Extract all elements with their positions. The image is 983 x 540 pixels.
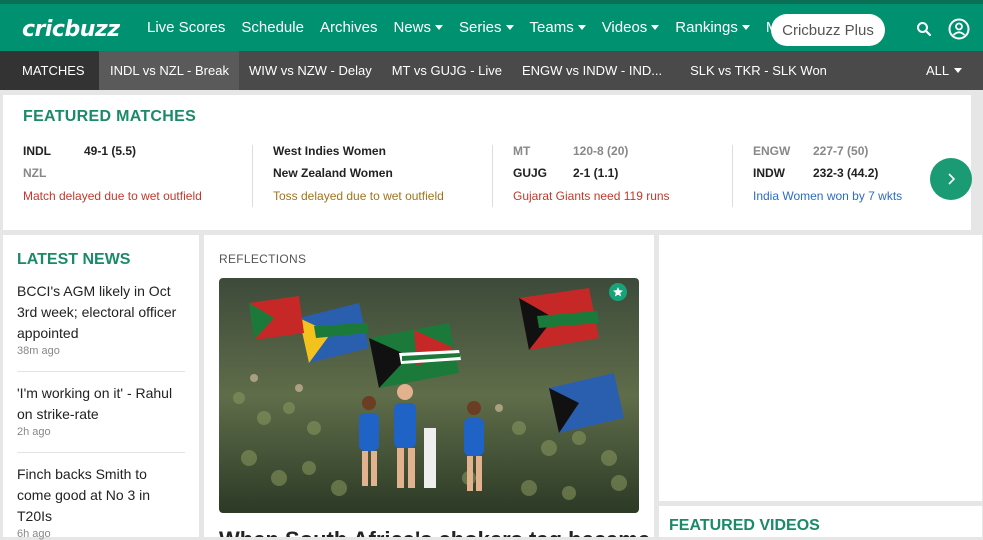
team-name: ENGW bbox=[753, 144, 791, 158]
search-icon[interactable] bbox=[912, 17, 936, 41]
chevron-right-icon bbox=[948, 173, 956, 185]
nav-item-teams[interactable]: Teams bbox=[522, 19, 594, 36]
nav-item-archives[interactable]: Archives bbox=[312, 19, 386, 36]
match-status: Gujarat Giants need 119 runs bbox=[513, 189, 670, 203]
featured-match-card[interactable]: West Indies Women New Zealand Women Toss… bbox=[273, 144, 483, 203]
news-time: 6h ago bbox=[17, 528, 51, 540]
latest-news-title: LATEST NEWS bbox=[17, 251, 131, 268]
strip-match-item[interactable]: SLK vs TKR - SLK Won bbox=[672, 51, 837, 90]
all-label: ALL bbox=[926, 63, 950, 78]
match-status: Match delayed due to wet outfield bbox=[23, 189, 202, 203]
match-status: India Women won by 7 wkts bbox=[753, 189, 903, 203]
news-item[interactable]: BCCI's AGM likely in Oct 3rd week; elect… bbox=[17, 281, 185, 357]
story-image[interactable] bbox=[219, 278, 639, 513]
nav-item-label: Rankings bbox=[675, 19, 738, 36]
featured-matches-title: FEATURED MATCHES bbox=[23, 108, 197, 125]
nav-item-label: Schedule bbox=[241, 19, 304, 36]
main-nav: Live Scores Schedule Archives News Series Tea… bbox=[139, 4, 820, 51]
nav-item-label: Series bbox=[458, 19, 502, 36]
team-score: 232-3 (44.2) bbox=[813, 166, 879, 180]
nav-item-news[interactable]: News bbox=[385, 19, 451, 36]
all-matches-dropdown[interactable]: ALL bbox=[926, 51, 963, 90]
nav-item-videos[interactable]: Videos bbox=[594, 19, 668, 36]
nav-item-series[interactable]: Series bbox=[451, 19, 522, 36]
team-name: New Zealand Women bbox=[273, 166, 393, 180]
divider bbox=[17, 371, 185, 372]
nav-item-label: News bbox=[393, 19, 431, 36]
news-item[interactable]: Finch backs Smith to come good at No 3 i… bbox=[17, 464, 185, 540]
news-headline[interactable]: BCCI's AGM likely in Oct 3rd week; elect… bbox=[17, 281, 185, 344]
news-time: 2h ago bbox=[17, 426, 51, 438]
cricbuzz-plus-button[interactable]: Cricbuzz Plus bbox=[771, 14, 885, 46]
news-headline[interactable]: Finch backs Smith to come good at No 3 i… bbox=[17, 464, 185, 527]
chevron-down-icon bbox=[741, 25, 750, 30]
team-name: MT bbox=[513, 144, 531, 158]
nav-item-rankings[interactable]: Rankings bbox=[667, 19, 758, 36]
featured-match-card[interactable]: INDL 49-1 (5.5) NZL Match delayed due to … bbox=[23, 144, 243, 203]
featured-story: REFLECTIONS bbox=[204, 235, 654, 537]
news-headline[interactable]: 'I'm working on it' - Rahul on strike-ra… bbox=[17, 383, 185, 425]
featured-videos-panel: FEATURED VIDEOS bbox=[659, 506, 982, 537]
chevron-down-icon bbox=[434, 25, 443, 30]
nav-item-label: Archives bbox=[319, 19, 378, 36]
team-score: 227-7 (50) bbox=[813, 144, 869, 158]
news-time: 38m ago bbox=[17, 345, 60, 357]
featured-match-card[interactable]: ENGW 227-7 (50) INDW 232-3 (44.2) India Wo… bbox=[753, 144, 923, 203]
next-matches-button[interactable] bbox=[930, 158, 972, 200]
divider bbox=[492, 145, 493, 207]
strip-match-item[interactable]: WIW vs NZW - Delay bbox=[239, 51, 382, 90]
team-name: INDL bbox=[23, 144, 51, 158]
chevron-down-icon bbox=[577, 25, 586, 30]
strip-match-item[interactable]: INDL vs NZL - Break bbox=[99, 51, 239, 90]
story-headline[interactable]: When South Africa's chokers tag became..… bbox=[219, 527, 654, 537]
strip-match-item[interactable]: ENGW vs INDW - IND... bbox=[512, 51, 672, 90]
strip-match-item[interactable]: MT vs GUJG - Live bbox=[382, 51, 512, 90]
divider bbox=[732, 145, 733, 207]
team-name: NZL bbox=[23, 166, 47, 180]
latest-news-panel: LATEST NEWS BCCI's AGM likely in Oct 3rd… bbox=[3, 235, 199, 540]
featured-match-card[interactable]: MT 120-8 (20) GUJG 2-1 (1.1) Gujarat Giant… bbox=[513, 144, 733, 203]
news-item[interactable]: 'I'm working on it' - Rahul on strike-ra… bbox=[17, 383, 185, 438]
nav-item-schedule[interactable]: Schedule bbox=[233, 19, 312, 36]
team-name: West Indies Women bbox=[273, 144, 386, 158]
brand-name: cricbuzz bbox=[22, 16, 120, 42]
ad-slot bbox=[659, 235, 982, 501]
matches-strip: MATCHES INDL vs NZL - Break WIW vs NZW -… bbox=[0, 51, 983, 90]
team-name: GUJG bbox=[513, 166, 548, 180]
user-account-icon[interactable] bbox=[947, 17, 971, 41]
top-navbar: cricbuzz Live Scores Schedule Archives News… bbox=[0, 0, 983, 51]
premium-star-icon bbox=[609, 283, 627, 301]
nav-item-label: Teams bbox=[529, 19, 574, 36]
team-score: 49-1 (5.5) bbox=[84, 144, 137, 158]
chevron-down-icon bbox=[505, 25, 514, 30]
story-category[interactable]: REFLECTIONS bbox=[219, 252, 306, 266]
team-score: 120-8 (20) bbox=[573, 144, 629, 158]
divider bbox=[17, 452, 185, 453]
nav-item-label: Live Scores bbox=[147, 19, 226, 36]
divider bbox=[252, 145, 253, 207]
team-score: 2-1 (1.1) bbox=[573, 166, 619, 180]
chevron-down-icon bbox=[651, 25, 660, 30]
nav-item-live-scores[interactable]: Live Scores bbox=[139, 19, 233, 36]
nav-item-label: Videos bbox=[601, 19, 648, 36]
cricbuzz-logo[interactable]: cricbuzz bbox=[22, 12, 120, 46]
team-name: INDW bbox=[753, 166, 785, 180]
match-status: Toss delayed due to wet outfield bbox=[273, 189, 444, 203]
featured-matches-panel: FEATURED MATCHES INDL 49-1 (5.5) NZL Matc… bbox=[3, 95, 972, 230]
featured-videos-title: FEATURED VIDEOS bbox=[669, 517, 820, 534]
matches-label[interactable]: MATCHES bbox=[0, 51, 99, 90]
chevron-down-icon bbox=[954, 68, 963, 73]
